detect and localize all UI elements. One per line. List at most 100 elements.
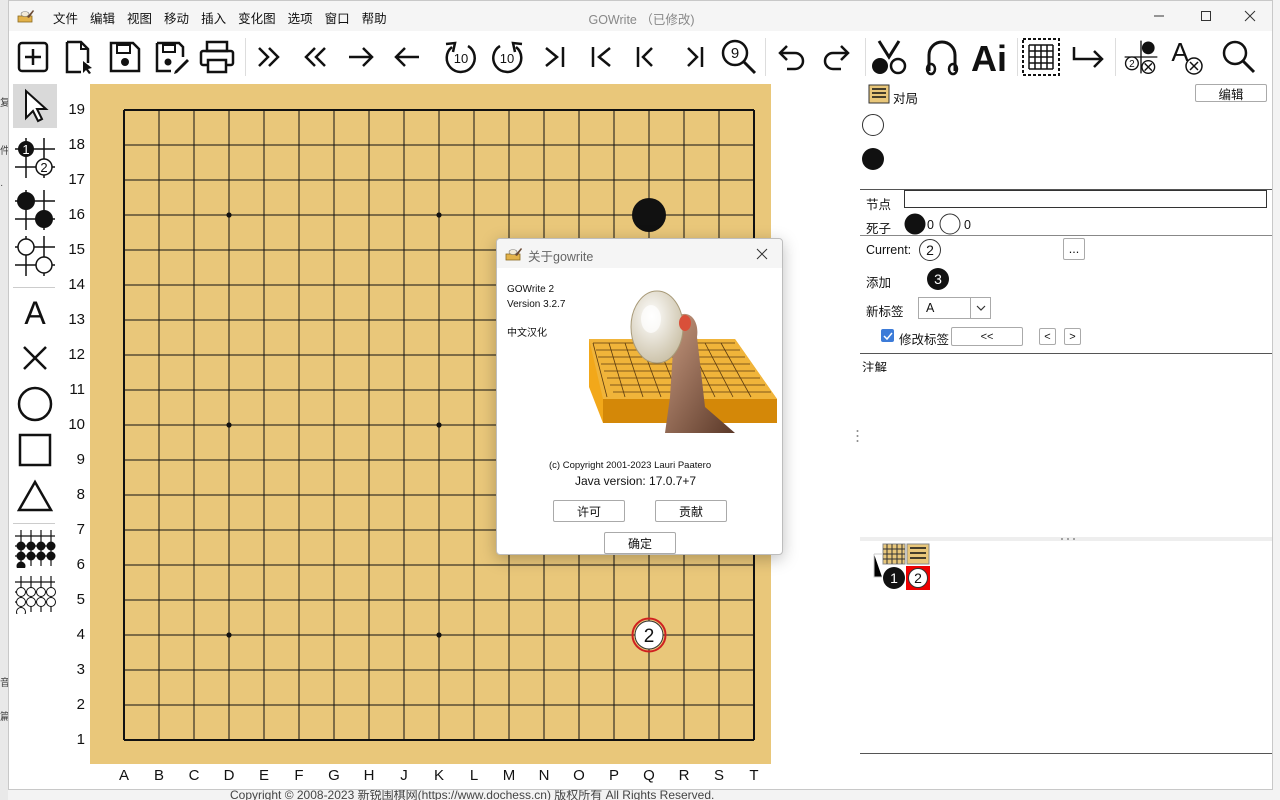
cross-mark-button[interactable] xyxy=(13,336,57,380)
main-toolbar: 10 10 9 Ai 2 A xyxy=(9,32,1272,82)
tree-root-board-icon[interactable] xyxy=(882,543,906,565)
return-button[interactable] xyxy=(1069,37,1109,77)
app-icon xyxy=(17,10,34,23)
triangle-mark-button[interactable] xyxy=(13,474,57,518)
row-label: 19 xyxy=(68,101,85,118)
label-decrement-button[interactable]: < xyxy=(1039,328,1056,345)
menu-variation[interactable]: 变化图 xyxy=(232,8,282,27)
forward-10-button[interactable]: 10 xyxy=(441,37,481,77)
next-variation-button[interactable] xyxy=(673,37,713,77)
game-tree[interactable]: 1 2 xyxy=(862,542,1264,750)
menu-insert[interactable]: 插入 xyxy=(195,8,232,27)
license-button[interactable]: 许可 xyxy=(553,500,625,522)
alternate-move-button[interactable]: 12 xyxy=(13,136,57,180)
close-window-button[interactable] xyxy=(1230,5,1270,27)
circle-mark-button[interactable] xyxy=(13,382,57,426)
back-10-button[interactable]: 10 xyxy=(487,37,527,77)
label-letter-button[interactable]: A xyxy=(13,290,57,334)
contributors-button[interactable]: 贡献 xyxy=(655,500,727,522)
label-ai-button[interactable]: Ai xyxy=(969,37,1009,77)
dropdown-arrow[interactable] xyxy=(970,298,990,318)
show-moves-button[interactable]: 9 xyxy=(719,37,759,77)
open-icon xyxy=(65,40,92,74)
svg-text:2: 2 xyxy=(1129,59,1135,70)
captured-black-icon xyxy=(904,213,926,235)
print-button[interactable] xyxy=(197,37,237,77)
edit-game-button[interactable]: 编辑 xyxy=(1195,84,1267,102)
fast-backward-button[interactable] xyxy=(295,37,335,77)
toolbar-separator xyxy=(765,38,766,76)
black-stone[interactable] xyxy=(632,198,666,232)
next-variation-icon xyxy=(687,47,704,67)
comments-textarea[interactable] xyxy=(862,372,1264,537)
dialog-java-version: Java version: 17.0.7+7 xyxy=(575,474,697,488)
redo-button[interactable] xyxy=(817,37,857,77)
cut-button[interactable] xyxy=(869,37,909,77)
captured-black-count: 0 xyxy=(927,218,934,232)
previous-variation-button[interactable] xyxy=(627,37,667,77)
white-stone[interactable]: 2 xyxy=(631,617,667,653)
divider xyxy=(860,353,1272,354)
last-move-button[interactable] xyxy=(535,37,575,77)
save-button[interactable] xyxy=(105,37,145,77)
row-label: 15 xyxy=(68,241,85,258)
minimize-icon xyxy=(1154,15,1164,17)
star-point xyxy=(226,632,232,638)
menu-help[interactable]: 帮助 xyxy=(356,8,393,27)
vertical-splitter[interactable] xyxy=(860,537,1272,541)
column-label: L xyxy=(469,767,479,784)
maximize-button[interactable] xyxy=(1186,5,1226,27)
first-move-button[interactable] xyxy=(581,37,621,77)
current-more-button[interactable]: ... xyxy=(1063,238,1085,260)
circle-mark-icon xyxy=(17,386,53,422)
minimize-button[interactable] xyxy=(1139,5,1179,27)
grid-button[interactable] xyxy=(1021,37,1061,77)
row-label: 18 xyxy=(68,136,85,153)
column-label: Q xyxy=(643,767,655,784)
new-label-select[interactable]: A xyxy=(918,297,991,319)
menu-view[interactable]: 视图 xyxy=(121,8,158,27)
undo-button[interactable] xyxy=(771,37,811,77)
square-mark-icon xyxy=(18,433,52,467)
alt-move-number-1: 1 xyxy=(22,142,29,157)
tree-move-1[interactable]: 1 xyxy=(882,566,906,590)
game-info-icon xyxy=(868,84,890,104)
remove-stone-button[interactable]: 2 xyxy=(1121,37,1161,77)
tree-move-2-selected[interactable]: 2 xyxy=(906,566,930,590)
toolbar-separator xyxy=(1017,38,1018,76)
row-label: 17 xyxy=(68,171,85,188)
square-mark-button[interactable] xyxy=(13,428,57,472)
previous-label-button[interactable]: << xyxy=(951,327,1023,346)
menu-move[interactable]: 移动 xyxy=(158,8,195,27)
menu-file[interactable]: 文件 xyxy=(47,8,84,27)
menu-options[interactable]: 选项 xyxy=(282,8,319,27)
label-increment-button[interactable]: > xyxy=(1064,328,1081,345)
black-area-button[interactable] xyxy=(13,526,57,570)
column-label: D xyxy=(223,767,235,784)
node-name-input[interactable] xyxy=(904,190,1267,208)
column-label: A xyxy=(118,767,129,784)
ok-button[interactable]: 确定 xyxy=(604,532,676,554)
white-area-button[interactable] xyxy=(13,572,57,616)
open-button[interactable] xyxy=(59,37,99,77)
white-stone-button[interactable] xyxy=(13,234,57,278)
forward-button[interactable] xyxy=(341,37,381,77)
select-tool-button[interactable] xyxy=(13,84,57,128)
dialog-app-icon xyxy=(505,248,522,261)
remove-label-button[interactable]: A xyxy=(1167,37,1207,77)
bend-button[interactable] xyxy=(922,37,962,77)
search-button[interactable] xyxy=(1219,37,1259,77)
menu-window[interactable]: 窗口 xyxy=(319,8,356,27)
new-button[interactable] xyxy=(13,37,53,77)
forward-icon xyxy=(349,47,374,67)
row-label: 16 xyxy=(68,206,85,223)
black-stone-button[interactable] xyxy=(13,188,57,232)
save-as-button[interactable] xyxy=(151,37,191,77)
tree-game-info-icon[interactable] xyxy=(906,543,930,565)
dialog-close-button[interactable] xyxy=(751,243,773,265)
captured-white-icon xyxy=(939,213,961,235)
menu-edit[interactable]: 编辑 xyxy=(84,8,121,27)
back-button[interactable] xyxy=(387,37,427,77)
fast-forward-button[interactable] xyxy=(249,37,289,77)
modify-label-checkbox[interactable] xyxy=(881,329,894,342)
